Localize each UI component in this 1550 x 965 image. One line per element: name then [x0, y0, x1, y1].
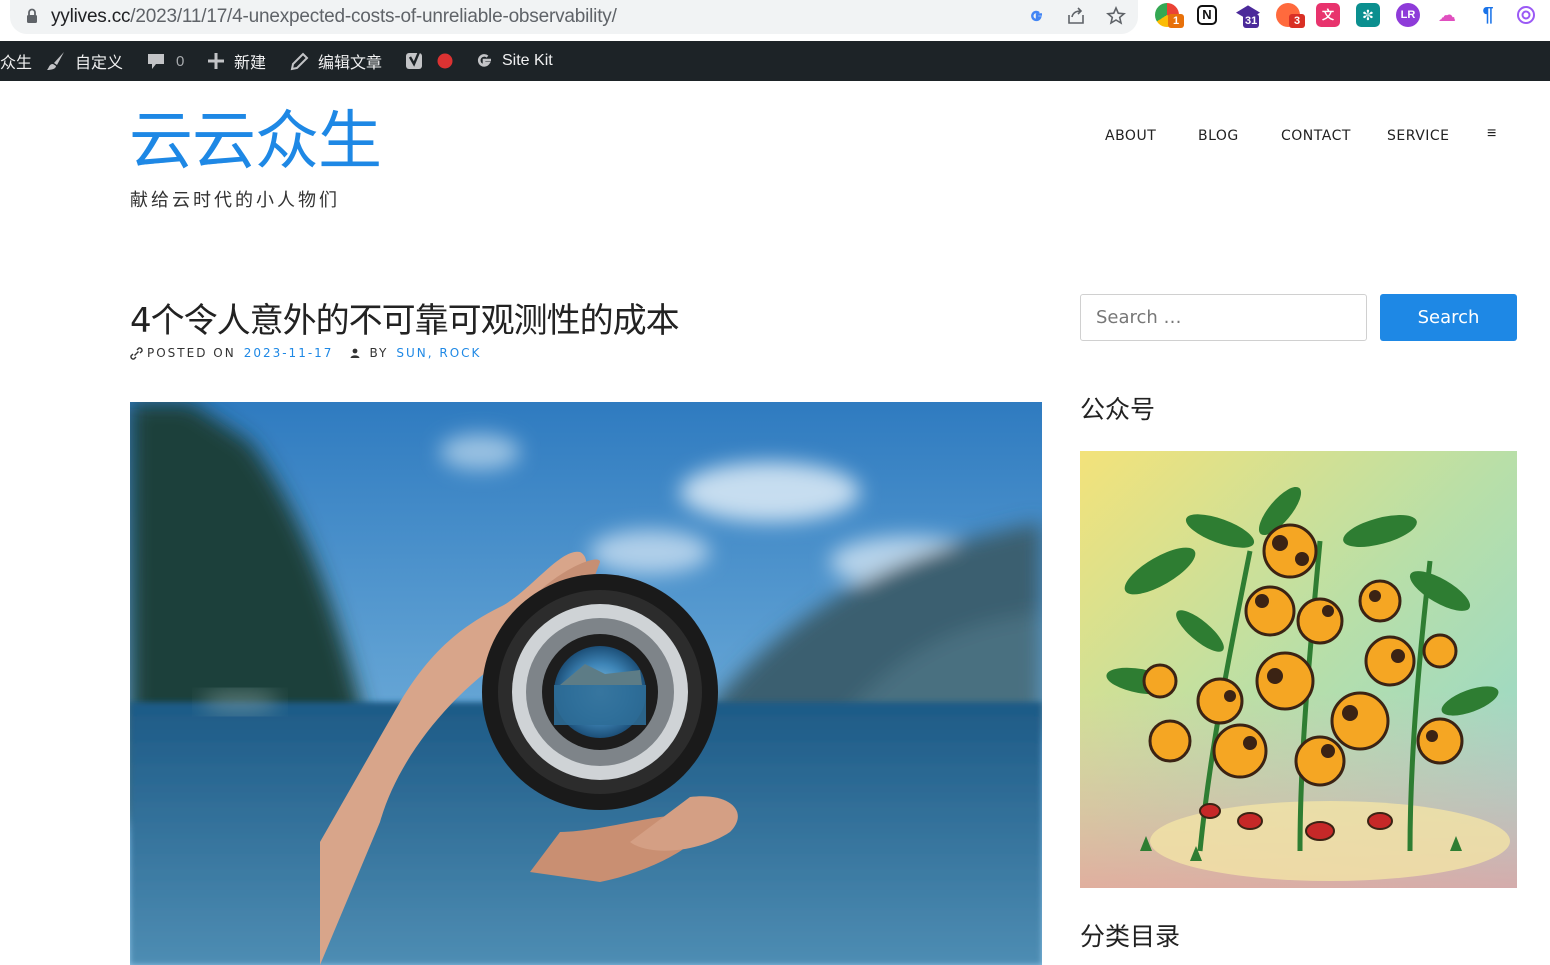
admin-new[interactable]: 新建: [206, 41, 266, 81]
extension-badge: 1: [1168, 14, 1184, 28]
post-title: 4个令人意外的不可靠可观测性的成本: [130, 301, 680, 341]
post-meta: POSTED ON 2023-11-17 BY SUN, ROCK: [130, 346, 481, 360]
share-icon[interactable]: [1065, 5, 1087, 27]
admin-site-kit[interactable]: Site Kit: [474, 41, 553, 81]
nav-item-about[interactable]: ABOUT: [1105, 128, 1156, 144]
address-bar[interactable]: yylives.cc/2023/11/17/4-unexpected-costs…: [10, 0, 1138, 34]
lr-icon[interactable]: LR: [1396, 3, 1420, 27]
by-label: BY: [369, 346, 389, 360]
google-g-icon: [477, 54, 491, 67]
google-lens-icon[interactable]: [1026, 5, 1048, 27]
blue-extension-icon[interactable]: ¶: [1476, 3, 1500, 27]
lock-icon[interactable]: [26, 8, 38, 24]
search-button[interactable]: Search: [1380, 294, 1517, 341]
extension-badge: 31: [1243, 14, 1260, 28]
wp-admin-bar: 众生 自定义 0 新建 编辑文章 Site Kit: [0, 41, 1550, 81]
author-icon: [350, 348, 360, 358]
site-description: 献给云时代的小人物们: [130, 190, 340, 211]
admin-customize-label: 自定义: [75, 55, 124, 72]
plus-icon: [208, 53, 224, 69]
widget-title-categories: 分类目录: [1080, 922, 1181, 951]
cloud-extension-icon[interactable]: ☁: [1435, 3, 1459, 27]
browser-toolbar: yylives.cc/2023/11/17/4-unexpected-costs…: [0, 0, 1550, 41]
admin-comments[interactable]: 0: [146, 41, 184, 81]
url-text[interactable]: yylives.cc/2023/11/17/4-unexpected-costs…: [51, 6, 617, 28]
admin-new-label: 新建: [234, 55, 267, 72]
nav-item-blog[interactable]: BLOG: [1198, 128, 1239, 144]
bookmark-star-icon[interactable]: [1105, 5, 1127, 27]
paintbrush-icon: [47, 52, 64, 70]
featured-image: [130, 402, 1042, 965]
widget-title-wechat: 公众号: [1080, 395, 1156, 424]
yoast-icon: [406, 51, 422, 69]
post-author-link[interactable]: SUN, ROCK: [396, 346, 481, 360]
nav-item-contact[interactable]: CONTACT: [1281, 128, 1351, 144]
nav-item-service[interactable]: SERVICE: [1387, 128, 1450, 144]
admin-site-name[interactable]: 众生: [0, 41, 32, 81]
admin-edit-post[interactable]: 编辑文章: [289, 41, 382, 81]
menu-toggle-icon[interactable]: ≡: [1487, 125, 1496, 143]
site-title[interactable]: 云云众生: [129, 110, 382, 174]
seo-status-dot-icon: [437, 53, 453, 69]
wechat-account-image: [1080, 451, 1517, 888]
comment-count: 0: [176, 52, 185, 70]
posted-on-label: POSTED ON: [147, 346, 236, 360]
extension-badge: 3: [1289, 14, 1305, 28]
admin-customize[interactable]: 自定义: [45, 41, 123, 81]
admin-site-name-label: 众生: [0, 55, 33, 72]
admin-site-kit-label: Site Kit: [502, 52, 553, 69]
admin-edit-post-label: 编辑文章: [318, 55, 383, 72]
search-input[interactable]: [1080, 294, 1367, 341]
admin-yoast[interactable]: [404, 41, 462, 81]
pencil-icon: [290, 52, 309, 70]
url-host: yylives.cc: [51, 6, 131, 27]
grid-extension-icon[interactable]: ✼: [1356, 3, 1380, 27]
notion-icon[interactable]: N: [1197, 5, 1217, 25]
link-icon: [130, 346, 143, 360]
post-date-link[interactable]: 2023-11-17: [244, 346, 334, 360]
openai-icon[interactable]: [1514, 3, 1538, 27]
translate-icon[interactable]: 文: [1316, 3, 1340, 27]
url-path: /2023/11/17/4-unexpected-costs-of-unreli…: [130, 6, 617, 27]
comment-bubble-icon: [148, 54, 164, 69]
